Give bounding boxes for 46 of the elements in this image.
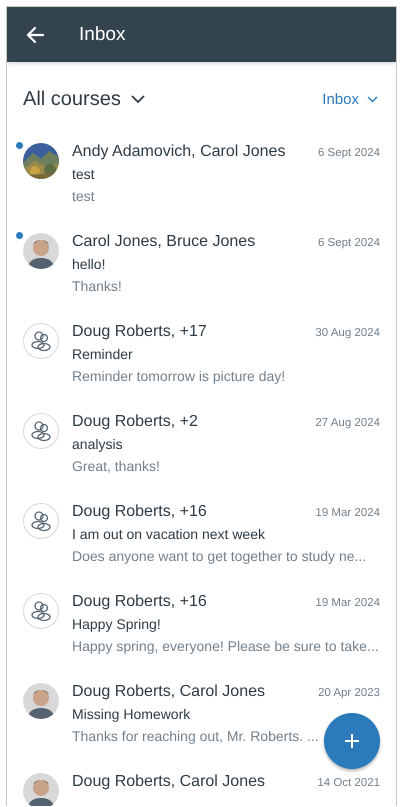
message-subject: analysis <box>72 436 123 452</box>
inbox-scope-dropdown[interactable]: Inbox <box>322 91 378 108</box>
message-subject: hello! <box>72 256 106 272</box>
message-preview: Reminder tomorrow is picture day! <box>72 368 286 384</box>
message-date: 6 Sept 2024 <box>318 147 380 159</box>
participants-text: Carol Jones, Bruce Jones <box>72 233 256 251</box>
message-row[interactable]: Carol Jones, Bruce Jones 6 Sept 2024 hello! Thanks! <box>7 233 396 323</box>
message-subject: Reminder <box>72 346 133 362</box>
participants-text: Doug Roberts, +16 <box>72 503 207 521</box>
message-date: 6 Sept 2024 <box>318 237 380 249</box>
message-row[interactable]: Andy Adamovich, Carol Jones 6 Sept 2024 test test <box>7 143 396 233</box>
message-row[interactable]: Doug Roberts, +16 19 Mar 2024 I am out on vacation next week Does anyone want to get together to study ne... <box>7 503 396 593</box>
message-date: 27 Aug 2024 <box>315 417 380 429</box>
window-title: Inbox <box>79 24 126 46</box>
message-row[interactable]: Doug Roberts, +16 19 Mar 2024 Happy Spring! Happy spring, everyone! Please be sure to take... <box>7 593 396 683</box>
message-date: 14 Oct 2021 <box>317 777 380 789</box>
participants-text: Doug Roberts, +16 <box>72 593 207 611</box>
message-subject: Happy Spring! <box>72 616 161 632</box>
message-date: 19 Mar 2024 <box>315 597 380 609</box>
compose-button[interactable] <box>324 713 380 769</box>
back-arrow-icon[interactable] <box>25 24 45 44</box>
participants-text: Doug Roberts, Carol Jones <box>72 683 265 701</box>
plus-icon <box>344 733 360 749</box>
message-date: 19 Mar 2024 <box>315 507 380 519</box>
message-row[interactable]: Doug Roberts, Carol Jones 14 Oct 2021 <box>7 773 396 806</box>
message-row[interactable]: Doug Roberts, +17 30 Aug 2024 Reminder Reminder tomorrow is picture day! <box>7 323 396 413</box>
message-preview: test <box>72 188 95 204</box>
message-subject: test <box>72 166 95 182</box>
chevron-down-icon <box>130 95 145 104</box>
participants-text: Doug Roberts, Carol Jones <box>72 773 265 791</box>
message-row[interactable]: Doug Roberts, +2 27 Aug 2024 analysis Great, thanks! <box>7 413 396 503</box>
message-preview: Great, thanks! <box>72 458 160 474</box>
message-preview: Happy spring, everyone! Please be sure to take... <box>72 638 379 654</box>
message-preview: Does anyone want to get together to study ne... <box>72 548 366 564</box>
message-subject: Missing Homework <box>72 706 190 722</box>
participants-text: Doug Roberts, +17 <box>72 323 207 341</box>
participants-text: Doug Roberts, +2 <box>72 413 198 431</box>
message-date: 20 Apr 2023 <box>318 687 380 699</box>
message-preview: Thanks! <box>72 278 122 294</box>
message-subject: I am out on vacation next week <box>72 526 265 542</box>
chevron-down-icon <box>367 96 378 103</box>
message-preview: Thanks for reaching out, Mr. Roberts. ... <box>72 728 319 744</box>
message-row[interactable]: Doug Roberts, Carol Jones 20 Apr 2023 Missing Homework Thanks for reaching out, Mr. Roberts. ... <box>7 683 396 773</box>
course-filter-dropdown[interactable]: All courses <box>23 88 145 111</box>
message-date: 30 Aug 2024 <box>315 327 380 339</box>
participants-text: Andy Adamovich, Carol Jones <box>72 143 286 161</box>
